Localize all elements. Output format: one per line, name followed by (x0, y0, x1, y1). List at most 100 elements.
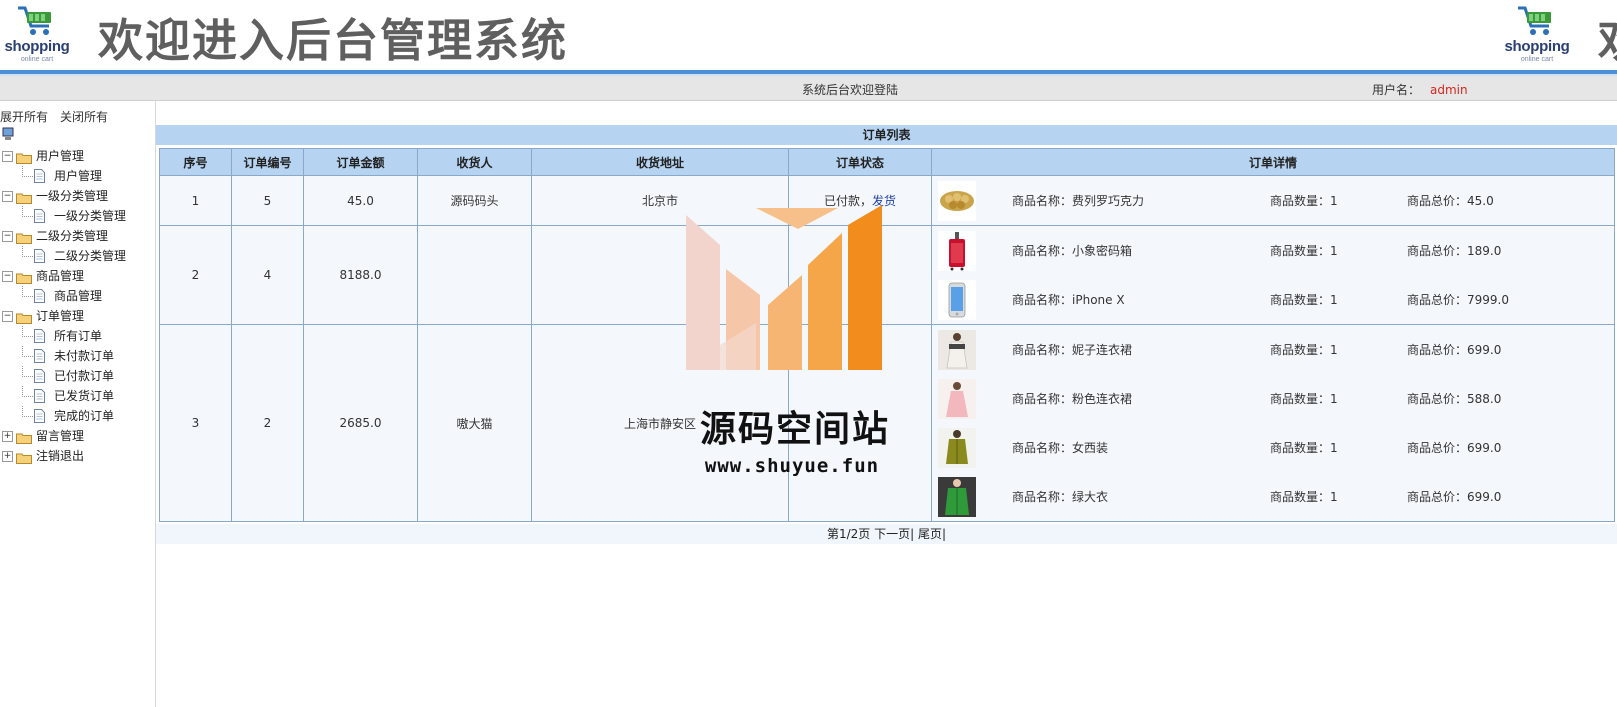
collapse-icon[interactable]: − (2, 151, 13, 162)
col-receiver: 收货人 (417, 148, 532, 176)
sidebar-item[interactable]: 一级分类管理 (0, 206, 155, 226)
product-name-cell: 商品名称：妮子连衣裙 (1012, 325, 1270, 374)
product-name-value: 费列罗巧克力 (1072, 194, 1145, 208)
product-total-label: 商品总价： (1407, 392, 1468, 406)
order-number: 4 (231, 225, 304, 325)
collapse-icon[interactable]: − (2, 311, 13, 322)
product-thumb-cell (932, 423, 1012, 472)
sidebar-group[interactable]: − 用户管理 (0, 146, 155, 166)
order-items: 商品名称：妮子连衣裙 商品数量：1 商品总价：699.0 商品名称：粉色连衣裙 商品数量… (932, 325, 1614, 521)
col-amount: 订单金额 (303, 148, 418, 176)
sidebar-item[interactable]: 未付款订单 (0, 346, 155, 366)
collapse-icon[interactable]: − (2, 191, 13, 202)
order-status: 付 (853, 268, 866, 283)
logo-subtext: online cart (1520, 56, 1554, 63)
sidebar-item-label: 已付款订单 (54, 369, 115, 383)
product-name-label: 商品名称： (1012, 343, 1073, 357)
page-icon (34, 389, 45, 403)
product-total-cell: 商品总价：588.0 (1407, 374, 1614, 423)
watermark-url: www.shuyue.fun (704, 455, 880, 477)
logo-text: shopping (4, 38, 70, 55)
order-item-row: 商品名称：妮子连衣裙 商品数量：1 商品总价：699.0 (932, 325, 1614, 374)
sidebar-group[interactable]: − 二级分类管理 (0, 226, 155, 246)
product-qty-cell: 商品数量：1 (1270, 423, 1407, 472)
order-item-row: 商品名称：女西装 商品数量：1 商品总价：699.0 (932, 423, 1614, 472)
product-thumb-cell (932, 226, 1012, 275)
sidebar-item[interactable]: 完成的订单 (0, 406, 155, 426)
ship-link[interactable]: 发货 (872, 194, 896, 208)
order-number: 5 (231, 175, 304, 226)
expand-icon[interactable]: + (2, 431, 13, 442)
product-qty-value: 1 (1330, 392, 1338, 406)
col-detail: 订单详情 (931, 148, 1615, 176)
collapse-all-link[interactable]: 关闭所有 (60, 110, 108, 124)
nav-tree: − 用户管理 用户管理 − 一级分类管理 一级分类管理 − 二级分类管理 二级分类管理 − 商品管理… (0, 146, 155, 466)
last-page-link[interactable]: 尾页 (918, 527, 942, 541)
order-detail: 商品名称：小象密码箱 商品数量：1 商品总价：189.0 商品名称：iPhone X商… (931, 225, 1615, 325)
product-total-value: 699.0 (1467, 343, 1502, 357)
order-item-row: 商品名称：iPhone X 商品数量：1 商品总价：7999.0 (932, 275, 1614, 324)
order-seq: 1 (159, 175, 232, 226)
order-status-cell: 付 (788, 225, 932, 325)
username: admin (1430, 83, 1468, 97)
order-item-row: 商品名称：绿大衣 商品数量：1 商品总价：699.0 (932, 472, 1614, 521)
product-qty-value: 1 (1330, 441, 1338, 455)
page-icon (34, 329, 45, 343)
sidebar-item[interactable]: 用户管理 (0, 166, 155, 186)
expand-icon[interactable]: + (2, 451, 13, 462)
product-qty-label: 商品数量： (1270, 392, 1331, 406)
product-name-label: 商品名称： (1012, 244, 1073, 258)
sidebar-item[interactable]: 二级分类管理 (0, 246, 155, 266)
product-qty-cell: 商品数量：1 (1270, 275, 1407, 324)
product-total-value: 189.0 (1467, 244, 1502, 258)
order-address: 北京市 (531, 175, 789, 226)
product-qty-cell: 商品数量：1 (1270, 176, 1407, 225)
sidebar-group[interactable]: − 订单管理 (0, 306, 155, 326)
sidebar-item[interactable]: 所有订单 (0, 326, 155, 346)
product-name-cell: 商品名称：粉色连衣裙 (1012, 374, 1270, 423)
sidebar-group-label: 一级分类管理 (36, 189, 109, 203)
product-qty-label: 商品数量： (1270, 244, 1331, 258)
next-page-link[interactable]: 下一页 (874, 527, 910, 541)
sidebar-item-label: 一级分类管理 (54, 209, 127, 223)
product-qty-cell: 商品数量：1 (1270, 472, 1407, 521)
col-seq: 序号 (159, 148, 232, 176)
product-total-value: 699.0 (1467, 441, 1502, 455)
order-number: 2 (231, 324, 304, 522)
product-qty-value: 1 (1330, 343, 1338, 357)
product-image (938, 329, 976, 370)
product-name-cell: 商品名称：费列罗巧克力 (1012, 176, 1270, 225)
sidebar-group-label: 用户管理 (36, 149, 85, 163)
product-total-label: 商品总价： (1407, 343, 1468, 357)
product-qty-value: 1 (1330, 194, 1338, 208)
order-items: 商品名称：费列罗巧克力 商品数量：1 商品总价：45.0 (932, 176, 1614, 225)
sidebar-group[interactable]: + 留言管理 (0, 426, 155, 446)
order-items: 商品名称：小象密码箱 商品数量：1 商品总价：189.0 商品名称：iPhone X商… (932, 226, 1614, 324)
sidebar-item-label: 所有订单 (54, 329, 103, 343)
sidebar: 展开所有 关闭所有 − 用户管理 用户管理 − 一级分类管理 一级分类管理 − 二级分类管理 二级… (0, 101, 156, 707)
sidebar-group[interactable]: + 注销退出 (0, 446, 155, 466)
shopping-logo-duplicate: shopping online cart (1500, 2, 1574, 66)
product-qty-value: 1 (1330, 244, 1338, 258)
expand-all-link[interactable]: 展开所有 (0, 110, 48, 124)
sidebar-item[interactable]: 商品管理 (0, 286, 155, 306)
product-total-value: 45.0 (1467, 194, 1494, 208)
collapse-icon[interactable]: − (2, 271, 13, 282)
product-total-cell: 商品总价：45.0 (1407, 176, 1614, 225)
page-icon (34, 349, 45, 363)
app-header: shopping online cart 欢迎进入后台管理系统 shopping… (0, 0, 1617, 70)
collapse-icon[interactable]: − (2, 231, 13, 242)
sidebar-group[interactable]: − 一级分类管理 (0, 186, 155, 206)
cart-icon (18, 6, 51, 35)
shopping-logo: shopping online cart (0, 2, 74, 66)
sidebar-item-label: 完成的订单 (54, 409, 115, 423)
sidebar-item[interactable]: 已付款订单 (0, 366, 155, 386)
sidebar-item[interactable]: 已发货订单 (0, 386, 155, 406)
page-title: 欢迎进入后台管理系统 (98, 14, 569, 67)
sidebar-group[interactable]: − 商品管理 (0, 266, 155, 286)
product-image (938, 427, 976, 468)
product-name-label: 商品名称： (1012, 441, 1073, 455)
order-address (531, 225, 789, 325)
order-item-row: 商品名称：费列罗巧克力 商品数量：1 商品总价：45.0 (932, 176, 1614, 225)
product-name-cell: 商品名称：绿大衣 (1012, 472, 1270, 521)
